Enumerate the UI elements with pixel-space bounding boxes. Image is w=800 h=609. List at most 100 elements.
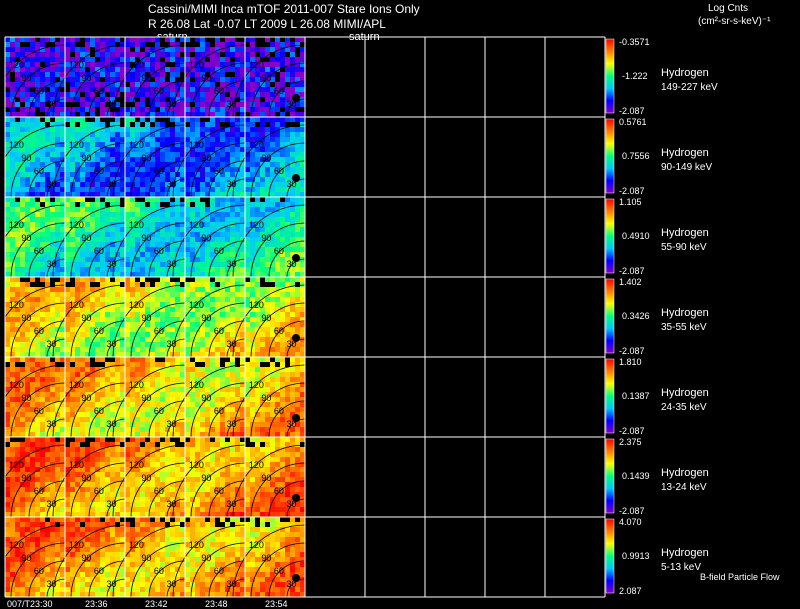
heatmap-cell xyxy=(110,77,115,82)
heatmap-cell xyxy=(220,222,225,227)
heatmap-cell xyxy=(195,272,200,277)
heatmap-cell xyxy=(170,117,175,122)
heatmap-cell xyxy=(195,372,200,377)
heatmap-cell xyxy=(200,252,205,257)
heatmap-cell xyxy=(70,122,75,127)
heatmap-cell xyxy=(260,287,265,292)
heatmap-cell xyxy=(65,117,70,122)
heatmap-cell xyxy=(160,197,165,202)
heatmap-cell xyxy=(5,237,10,242)
heatmap-cell xyxy=(275,112,280,117)
heatmap-cell xyxy=(130,37,135,42)
heatmap-cell xyxy=(135,82,140,87)
heatmap-cell xyxy=(105,412,110,417)
heatmap-cell xyxy=(200,267,205,272)
heatmap-cell xyxy=(170,252,175,257)
heatmap-cell xyxy=(180,377,185,382)
heatmap-cell xyxy=(135,432,140,437)
heatmap-cell xyxy=(245,367,250,372)
heatmap-cell xyxy=(265,62,270,67)
heatmap-cell xyxy=(100,97,105,102)
heatmap-cell xyxy=(280,277,285,282)
heatmap-cell xyxy=(40,277,45,282)
heatmap-cell xyxy=(145,377,150,382)
heatmap-cell xyxy=(35,122,40,127)
heatmap-cell xyxy=(10,322,15,327)
heatmap-cell xyxy=(265,167,270,172)
heatmap-cell xyxy=(90,202,95,207)
heatmap-cell xyxy=(175,47,180,52)
heatmap-cell xyxy=(275,267,280,272)
heatmap-cell xyxy=(215,347,220,352)
heatmap-cell xyxy=(190,77,195,82)
heatmap-cell xyxy=(285,252,290,257)
heatmap-cell xyxy=(15,282,20,287)
heatmap-cell xyxy=(20,342,25,347)
heatmap-cell xyxy=(120,192,125,197)
heatmap-cell xyxy=(170,392,175,397)
heatmap-cell xyxy=(215,277,220,282)
heatmap-cell xyxy=(205,227,210,232)
heatmap-cell xyxy=(135,372,140,377)
heatmap-cell xyxy=(10,287,15,292)
heatmap-cell xyxy=(205,202,210,207)
heatmap-cell xyxy=(130,52,135,57)
heatmap-cell xyxy=(20,347,25,352)
heatmap-cell xyxy=(10,392,15,397)
heatmap-cell xyxy=(280,217,285,222)
heatmap-cell xyxy=(205,57,210,62)
heatmap-cell xyxy=(105,52,110,57)
heatmap-cell xyxy=(5,187,10,192)
heatmap-cell xyxy=(100,142,105,147)
heatmap-cell xyxy=(175,227,180,232)
heatmap-cell xyxy=(40,382,45,387)
heatmap-cell xyxy=(145,37,150,42)
heatmap-cell xyxy=(140,362,145,367)
heatmap-cell xyxy=(30,117,35,122)
heatmap-cell xyxy=(220,432,225,437)
heatmap-cell xyxy=(105,67,110,72)
heatmap-cell xyxy=(250,82,255,87)
heatmap-cell xyxy=(160,262,165,267)
heatmap-cell xyxy=(145,382,150,387)
heatmap-cell xyxy=(55,307,60,312)
heatmap-cell xyxy=(235,37,240,42)
heatmap-cell xyxy=(120,182,125,187)
heatmap-cell xyxy=(300,217,305,222)
heatmap-cell xyxy=(120,342,125,347)
heatmap-cell xyxy=(20,167,25,172)
heatmap-cell xyxy=(230,292,235,297)
heatmap-cell xyxy=(275,202,280,207)
heatmap-cell xyxy=(235,72,240,77)
heatmap-cell xyxy=(70,277,75,282)
heatmap-cell xyxy=(210,272,215,277)
heatmap-cell xyxy=(50,147,55,152)
heatmap-cell xyxy=(35,437,40,442)
heatmap-cell xyxy=(100,257,105,262)
heatmap-cell xyxy=(120,292,125,297)
heatmap-cell xyxy=(235,47,240,52)
heatmap-cell xyxy=(55,147,60,152)
heatmap-cell xyxy=(240,202,245,207)
heatmap-cell xyxy=(95,372,100,377)
heatmap-cell xyxy=(120,307,125,312)
heatmap-cell xyxy=(200,52,205,57)
heatmap-cell xyxy=(130,332,135,337)
heatmap-cell xyxy=(170,132,175,137)
heatmap-cell xyxy=(70,157,75,162)
heatmap-cell xyxy=(250,197,255,202)
heatmap-cell xyxy=(185,362,190,367)
heatmap-cell xyxy=(60,327,65,332)
heatmap-cell xyxy=(275,392,280,397)
heatmap-cell xyxy=(15,447,20,452)
heatmap-cell xyxy=(120,92,125,97)
heatmap-cell xyxy=(180,282,185,287)
heatmap-cell xyxy=(215,377,220,382)
heatmap-cell xyxy=(40,337,45,342)
heatmap-cell xyxy=(205,327,210,332)
heatmap-cell xyxy=(295,192,300,197)
heatmap-cell xyxy=(185,252,190,257)
heatmap-cell xyxy=(170,332,175,337)
heatmap-cell xyxy=(160,237,165,242)
heatmap-cell xyxy=(225,387,230,392)
